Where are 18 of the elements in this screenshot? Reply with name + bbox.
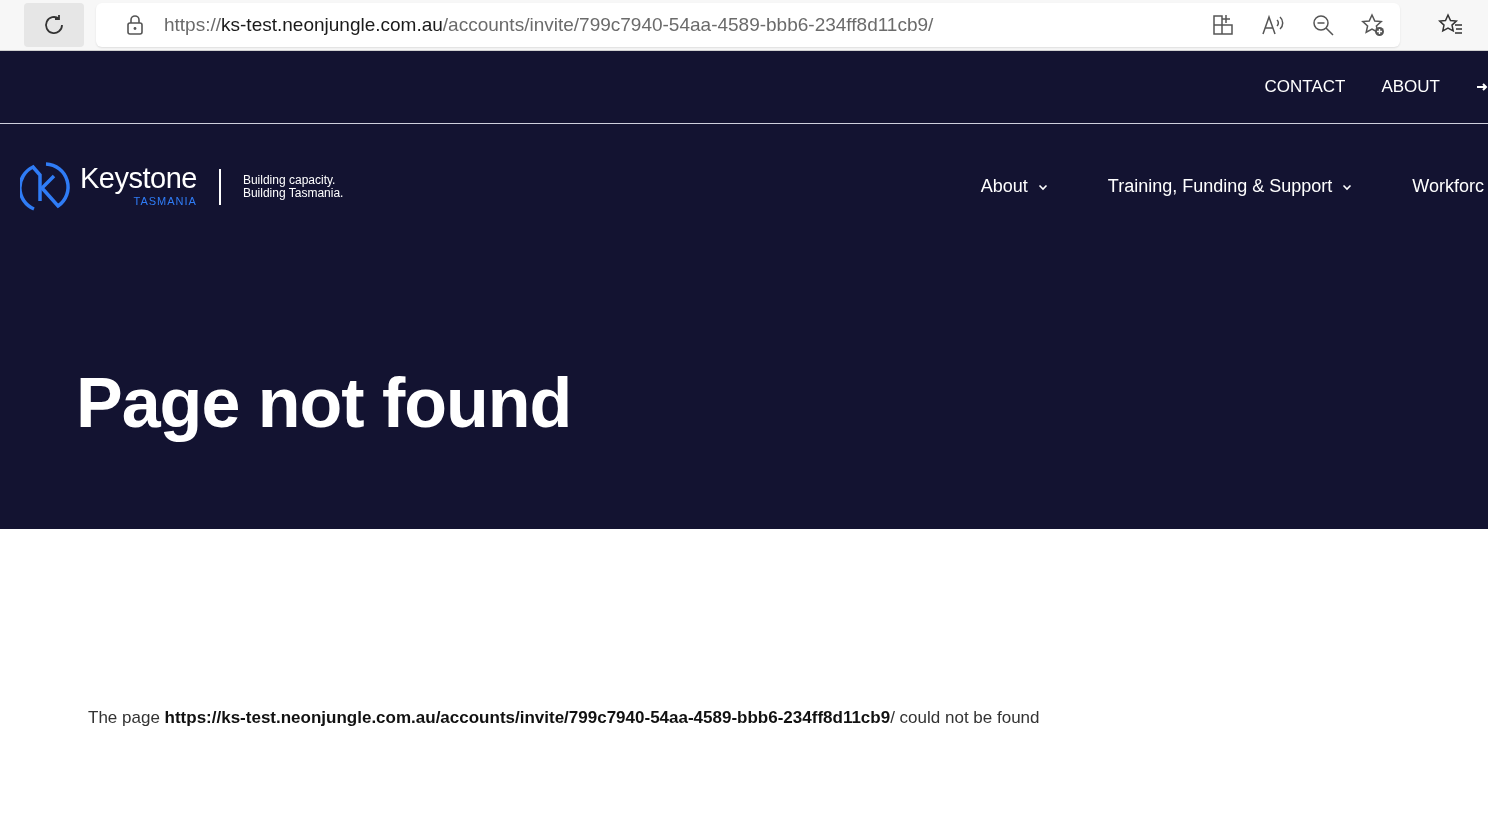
page-title: Page not found: [76, 363, 573, 444]
apps-icon[interactable]: [1210, 12, 1236, 38]
error-message: The page https://ks-test.neonjungle.com.au/accounts/invite/799c7940-54aa-4589-bbb6-234ff8d11cb9/ could not be found: [87, 707, 1041, 729]
nav-menu-item[interactable]: Workforc: [1412, 173, 1484, 200]
tagline: Building capacity.: [242, 173, 336, 187]
nav-menu-item[interactable]: Training, Funding & Support: [1107, 173, 1353, 200]
nav-menu-item[interactable]: About: [980, 173, 1048, 200]
brand-name: Keystone: [80, 163, 197, 193]
address-bar[interactable]: https://ks-test.neonjungle.com.au/accounts/invite/799c7940-54aa-4589-bbb6-234ff8d11cb9/: [96, 3, 1400, 47]
url-text: https://ks-test.neonjungle.com.au/accounts/invite/799c7940-54aa-4589-bbb6-234ff8d11cb9/: [164, 12, 934, 37]
reload-button[interactable]: [24, 3, 84, 47]
tagline: Building Tasmania.: [242, 186, 344, 200]
logo-icon: [20, 160, 72, 213]
top-nav-link[interactable]: CONTACT: [1264, 74, 1346, 100]
zoom-out-icon[interactable]: [1310, 12, 1336, 38]
brand-region: TASMANIA: [133, 194, 197, 209]
favorite-add-icon[interactable]: [1360, 12, 1386, 38]
top-nav-link[interactable]: ABOUT: [1381, 74, 1440, 100]
